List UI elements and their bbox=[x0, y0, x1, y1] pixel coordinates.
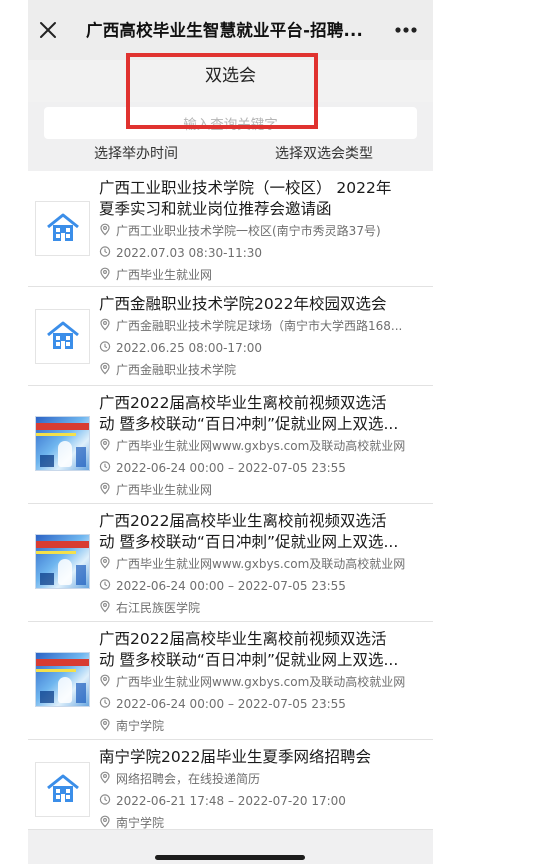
location-pin-icon bbox=[99, 318, 113, 331]
item-time: 2022-06-24 00:00 – 2022-07-05 23:55 bbox=[99, 695, 415, 713]
poster-image bbox=[35, 534, 90, 589]
item-title-line: 动 暨多校联动“百日冲刺”促就业网上双选... bbox=[99, 533, 399, 551]
item-title-line: 夏季实习和就业岗位推荐会邀请函 bbox=[99, 200, 332, 218]
clock-icon bbox=[99, 578, 113, 590]
item-time-text: 2022-06-21 17:48 – 2022-07-20 17:00 bbox=[116, 794, 346, 808]
item-time: 2022-06-24 00:00 – 2022-07-05 23:55 bbox=[99, 577, 415, 595]
screen: 广西高校毕业生智慧就业平台-招聘... 双选会 输入查询关键字 选择举办时间 选… bbox=[0, 0, 552, 864]
close-icon[interactable] bbox=[36, 18, 60, 42]
item-location-text: 广西毕业生就业网www.gxbys.com及联动高校就业网 bbox=[116, 675, 406, 689]
item-location: 广西毕业生就业网www.gxbys.com及联动高校就业网 bbox=[99, 555, 415, 573]
item-location-text: 网络招聘会，在线投递简历 bbox=[116, 772, 261, 786]
item-location: 广西金融职业技术学院足球场（南宁市大学西路168... bbox=[99, 317, 415, 335]
item-time-text: 2022.07.03 08:30-11:30 bbox=[116, 246, 263, 260]
house-icon bbox=[35, 201, 90, 256]
location-pin-icon bbox=[99, 438, 113, 451]
location-pin-icon bbox=[99, 815, 113, 828]
item-organizer-text: 广西毕业生就业网 bbox=[116, 268, 213, 282]
item-organizer: 广西金融职业技术学院 bbox=[99, 361, 415, 379]
list-item[interactable]: 广西2022届高校毕业生离校前视频双选活动 暨多校联动“百日冲刺”促就业网上双选… bbox=[28, 504, 433, 622]
location-pin-icon bbox=[99, 674, 113, 687]
item-title-line: 广西金融职业技术学院2022年校园双选会 bbox=[99, 295, 387, 313]
item-title-line: 动 暨多校联动“百日冲刺”促就业网上双选... bbox=[99, 651, 399, 669]
item-time: 2022-06-21 17:48 – 2022-07-20 17:00 bbox=[99, 792, 415, 810]
item-organizer: 广西毕业生就业网 bbox=[99, 481, 415, 499]
item-time-text: 2022-06-24 00:00 – 2022-07-05 23:55 bbox=[116, 697, 346, 711]
item-location: 网络招聘会，在线投递简历 bbox=[99, 770, 415, 788]
item-location-text: 广西毕业生就业网www.gxbys.com及联动高校就业网 bbox=[116, 439, 406, 453]
item-title[interactable]: 广西2022届高校毕业生离校前视频双选活动 暨多校联动“百日冲刺”促就业网上双选… bbox=[99, 511, 415, 553]
item-title-line: 南宁学院2022届毕业生夏季网络招聘会 bbox=[99, 748, 371, 766]
item-organizer: 南宁学院 bbox=[99, 717, 415, 735]
item-location: 广西毕业生就业网www.gxbys.com及联动高校就业网 bbox=[99, 437, 415, 455]
item-time: 2022-06-24 00:00 – 2022-07-05 23:55 bbox=[99, 459, 415, 477]
item-location-text: 广西金融职业技术学院足球场（南宁市大学西路168... bbox=[116, 319, 403, 333]
mini-program-page: 广西高校毕业生智慧就业平台-招聘... 双选会 输入查询关键字 选择举办时间 选… bbox=[28, 0, 433, 864]
item-title-line: 广西工业职业技术学院（一校区） 2022年 bbox=[99, 179, 392, 197]
house-icon bbox=[35, 309, 90, 364]
clock-icon bbox=[99, 696, 113, 708]
more-dots-icon[interactable] bbox=[393, 18, 419, 42]
location-pin-icon bbox=[99, 223, 113, 236]
poster-image bbox=[35, 652, 90, 707]
poster-image bbox=[35, 416, 90, 471]
item-organizer-text: 广西金融职业技术学院 bbox=[116, 363, 237, 377]
item-location: 广西工业职业技术学院一校区(南宁市秀灵路37号) bbox=[99, 222, 415, 240]
item-title-line: 广西2022届高校毕业生离校前视频双选活 bbox=[99, 630, 387, 648]
item-organizer-text: 右江民族医学院 bbox=[116, 601, 201, 615]
clock-icon bbox=[99, 460, 113, 472]
right-margin bbox=[433, 0, 552, 864]
item-time: 2022.07.03 08:30-11:30 bbox=[99, 244, 415, 262]
item-organizer: 广西毕业生就业网 bbox=[99, 266, 415, 284]
item-title[interactable]: 广西2022届高校毕业生离校前视频双选活动 暨多校联动“百日冲刺”促就业网上双选… bbox=[99, 393, 415, 435]
item-time-text: 2022.06.25 08:00-17:00 bbox=[116, 341, 263, 355]
item-organizer: 南宁学院 bbox=[99, 814, 415, 832]
highlight-frame bbox=[126, 53, 318, 129]
location-pin-icon bbox=[99, 771, 113, 784]
item-organizer-text: 南宁学院 bbox=[116, 719, 165, 733]
list-item[interactable]: 广西2022届高校毕业生离校前视频双选活动 暨多校联动“百日冲刺”促就业网上双选… bbox=[28, 386, 433, 504]
location-pin-icon bbox=[99, 482, 113, 495]
item-title[interactable]: 广西工业职业技术学院（一校区） 2022年 夏季实习和就业岗位推荐会邀请函 bbox=[99, 178, 415, 220]
home-indicator[interactable] bbox=[155, 855, 305, 860]
item-time: 2022.06.25 08:00-17:00 bbox=[99, 339, 415, 357]
location-pin-icon bbox=[99, 267, 113, 280]
list-item[interactable]: 广西2022届高校毕业生离校前视频双选活动 暨多校联动“百日冲刺”促就业网上双选… bbox=[28, 622, 433, 740]
house-icon bbox=[35, 762, 90, 817]
list-item[interactable]: 广西金融职业技术学院2022年校园双选会广西金融职业技术学院足球场（南宁市大学西… bbox=[28, 287, 433, 386]
item-location-text: 广西工业职业技术学院一校区(南宁市秀灵路37号) bbox=[116, 224, 381, 238]
list-item[interactable]: 广西工业职业技术学院（一校区） 2022年 夏季实习和就业岗位推荐会邀请函 广西工业… bbox=[28, 171, 433, 287]
navigation-bar: 广西高校毕业生智慧就业平台-招聘... bbox=[28, 0, 433, 60]
item-organizer-text: 广西毕业生就业网 bbox=[116, 483, 213, 497]
page-title: 广西高校毕业生智慧就业平台-招聘... bbox=[86, 21, 363, 40]
clock-icon bbox=[99, 340, 113, 352]
item-time-text: 2022-06-24 00:00 – 2022-07-05 23:55 bbox=[116, 579, 346, 593]
clock-icon bbox=[99, 793, 113, 805]
left-margin bbox=[0, 0, 28, 864]
item-organizer: 右江民族医学院 bbox=[99, 599, 415, 617]
item-title[interactable]: 南宁学院2022届毕业生夏季网络招聘会 bbox=[99, 747, 415, 768]
item-title-line: 广西2022届高校毕业生离校前视频双选活 bbox=[99, 394, 387, 412]
location-pin-icon bbox=[99, 556, 113, 569]
filter-time-button[interactable]: 选择举办时间 bbox=[94, 143, 178, 165]
location-pin-icon bbox=[99, 718, 113, 731]
item-organizer-text: 南宁学院 bbox=[116, 816, 165, 830]
filter-type-button[interactable]: 选择双选会类型 bbox=[275, 143, 373, 165]
item-title[interactable]: 广西2022届高校毕业生离校前视频双选活动 暨多校联动“百日冲刺”促就业网上双选… bbox=[99, 629, 415, 671]
location-pin-icon bbox=[99, 600, 113, 613]
item-title[interactable]: 广西金融职业技术学院2022年校园双选会 bbox=[99, 294, 415, 315]
item-location: 广西毕业生就业网www.gxbys.com及联动高校就业网 bbox=[99, 673, 415, 691]
clock-icon bbox=[99, 245, 113, 257]
item-title-line: 广西2022届高校毕业生离校前视频双选活 bbox=[99, 512, 387, 530]
list-item[interactable]: 南宁学院2022届毕业生夏季网络招聘会网络招聘会，在线投递简历 2022-06-2… bbox=[28, 740, 433, 830]
item-time-text: 2022-06-24 00:00 – 2022-07-05 23:55 bbox=[116, 461, 346, 475]
item-location-text: 广西毕业生就业网www.gxbys.com及联动高校就业网 bbox=[116, 557, 406, 571]
location-pin-icon bbox=[99, 362, 113, 375]
job-fair-list: 广西工业职业技术学院（一校区） 2022年 夏季实习和就业岗位推荐会邀请函 广西工业… bbox=[28, 171, 433, 830]
item-title-line: 动 暨多校联动“百日冲刺”促就业网上双选... bbox=[99, 415, 399, 433]
